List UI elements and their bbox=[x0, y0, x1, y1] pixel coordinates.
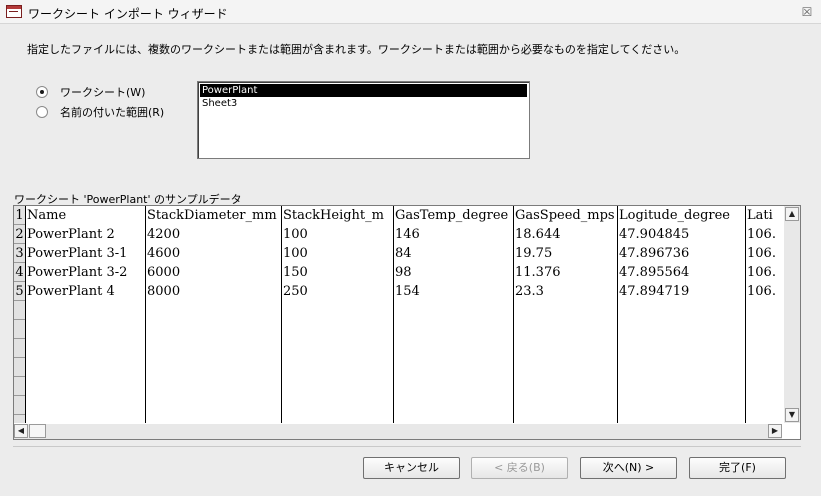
radio-named-range[interactable]: 名前の付いた範囲(R) bbox=[36, 104, 164, 120]
window-title: ワークシート インポート ウィザード bbox=[28, 7, 228, 21]
sheet-item-powerplant[interactable]: PowerPlant bbox=[200, 84, 527, 97]
grid-cell: 100 bbox=[283, 227, 308, 242]
grid-column-longitude: Logitude_degree 47.904845 47.896736 47.8… bbox=[618, 206, 746, 423]
grid-cell: Logitude_degree bbox=[619, 208, 730, 223]
grid-cell: 4600 bbox=[147, 246, 181, 261]
radio-named-range-indicator[interactable] bbox=[36, 106, 48, 118]
row-number bbox=[14, 339, 25, 358]
grid-cell: 19.75 bbox=[515, 246, 553, 261]
grid-cell: 8000 bbox=[147, 284, 181, 299]
row-number bbox=[14, 301, 25, 320]
sheet-listbox[interactable]: PowerPlant Sheet3 bbox=[197, 81, 530, 159]
row-number bbox=[14, 377, 25, 396]
grid-cell: PowerPlant 2 bbox=[27, 227, 115, 242]
grid-cell: 47.895564 bbox=[619, 265, 690, 280]
sample-data-grid: 1 2 3 4 5 Name PowerPlant 2 PowerPlant 3… bbox=[13, 205, 801, 440]
grid-cell: 47.896736 bbox=[619, 246, 690, 261]
close-button[interactable]: ☒ bbox=[799, 4, 815, 20]
row-number: 4 bbox=[14, 265, 25, 282]
app-icon bbox=[6, 5, 22, 18]
grid-column-latitude: Lati 106. 106. 106. 106. bbox=[746, 206, 782, 423]
grid-cell: GasSpeed_mps bbox=[515, 208, 615, 223]
scroll-down-icon[interactable]: ▼ bbox=[785, 408, 799, 422]
grid-cell: 146 bbox=[395, 227, 420, 242]
grid-cell: 98 bbox=[395, 265, 412, 280]
grid-cell: 47.904845 bbox=[619, 227, 690, 242]
grid-cell: 47.894719 bbox=[619, 284, 690, 299]
sheet-item-sheet3[interactable]: Sheet3 bbox=[200, 97, 527, 110]
grid-cell: 150 bbox=[283, 265, 308, 280]
row-number: 2 bbox=[14, 227, 25, 244]
row-number: 1 bbox=[14, 208, 25, 225]
horizontal-scroll-thumb[interactable] bbox=[29, 424, 46, 438]
grid-body: 1 2 3 4 5 Name PowerPlant 2 PowerPlant 3… bbox=[14, 206, 782, 423]
grid-cell: GasTemp_degree bbox=[395, 208, 509, 223]
cancel-button[interactable]: キャンセル bbox=[363, 457, 460, 479]
grid-cell: 84 bbox=[395, 246, 412, 261]
instruction-text: 指定したファイルには、複数のワークシートまたは範囲が含まれます。ワークシートまた… bbox=[27, 43, 686, 56]
radio-worksheet-label[interactable]: ワークシート(W) bbox=[60, 84, 145, 100]
grid-cell: 106. bbox=[747, 227, 776, 242]
grid-column-stack-height: StackHeight_m 100 100 150 250 bbox=[282, 206, 394, 423]
grid-cell: 106. bbox=[747, 265, 776, 280]
row-number bbox=[14, 320, 25, 339]
radio-named-range-label[interactable]: 名前の付いた範囲(R) bbox=[60, 104, 164, 120]
grid-column-name: Name PowerPlant 2 PowerPlant 3-1 PowerPl… bbox=[26, 206, 146, 423]
row-number-column: 1 2 3 4 5 bbox=[14, 206, 26, 423]
row-number: 5 bbox=[14, 284, 25, 301]
scroll-left-icon[interactable]: ◀ bbox=[14, 424, 28, 438]
radio-worksheet[interactable]: ワークシート(W) bbox=[36, 84, 145, 100]
next-button[interactable]: 次へ(N) > bbox=[580, 457, 677, 479]
horizontal-scrollbar[interactable]: ◀ ▶ bbox=[14, 424, 782, 439]
grid-cell: 100 bbox=[283, 246, 308, 261]
grid-column-gas-speed: GasSpeed_mps 18.644 19.75 11.376 23.3 bbox=[514, 206, 618, 423]
grid-column-stack-diameter: StackDiameter_mm 4200 4600 6000 8000 bbox=[146, 206, 282, 423]
grid-cell: 6000 bbox=[147, 265, 181, 280]
back-button[interactable]: < 戻る(B) bbox=[471, 457, 568, 479]
scroll-up-icon[interactable]: ▲ bbox=[785, 207, 799, 221]
row-number: 3 bbox=[14, 246, 25, 263]
grid-cell: 18.644 bbox=[515, 227, 561, 242]
grid-cell: PowerPlant 3-2 bbox=[27, 265, 128, 280]
grid-cell: 106. bbox=[747, 284, 776, 299]
footer-divider bbox=[13, 446, 801, 447]
grid-cell: 250 bbox=[283, 284, 308, 299]
grid-cell: 4200 bbox=[147, 227, 181, 242]
grid-cell: 154 bbox=[395, 284, 420, 299]
row-number bbox=[14, 358, 25, 377]
grid-cell: 11.376 bbox=[515, 265, 561, 280]
grid-cell: PowerPlant 4 bbox=[27, 284, 115, 299]
grid-cell: Name bbox=[27, 208, 67, 223]
grid-cell: 23.3 bbox=[515, 284, 544, 299]
grid-column-gas-temp: GasTemp_degree 146 84 98 154 bbox=[394, 206, 514, 423]
grid-cell: 106. bbox=[747, 246, 776, 261]
row-number bbox=[14, 396, 25, 415]
grid-cell: Lati bbox=[747, 208, 773, 223]
finish-button[interactable]: 完了(F) bbox=[689, 457, 786, 479]
grid-cell: StackHeight_m bbox=[283, 208, 384, 223]
grid-cell: PowerPlant 3-1 bbox=[27, 246, 128, 261]
grid-cell: StackDiameter_mm bbox=[147, 208, 277, 223]
scroll-right-icon[interactable]: ▶ bbox=[768, 424, 782, 438]
title-bar: ワークシート インポート ウィザード ☒ bbox=[0, 0, 821, 24]
vertical-scrollbar[interactable]: ▲ ▼ bbox=[784, 206, 800, 423]
radio-worksheet-indicator[interactable] bbox=[36, 86, 48, 98]
